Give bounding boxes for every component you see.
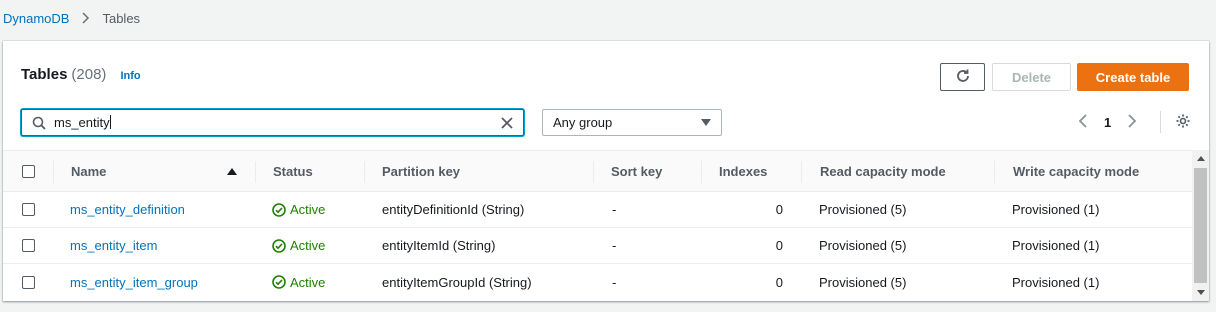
sort-ascending-icon[interactable]	[227, 151, 237, 191]
search-icon	[32, 116, 46, 130]
table-scrollbar[interactable]	[1192, 150, 1209, 301]
table-row: ms_entity_definition Active entityDefini…	[3, 192, 1192, 228]
search-value-text: ms_entity	[54, 115, 110, 130]
search-value[interactable]: ms_entity	[54, 115, 500, 130]
column-divider	[701, 161, 702, 183]
chevron-right-icon[interactable]	[1127, 113, 1137, 132]
status-text: Active	[290, 238, 326, 253]
table-count: (208)	[71, 66, 107, 83]
column-divider	[255, 161, 256, 183]
gear-icon[interactable]	[1175, 113, 1191, 132]
table-row: ms_entity_item Active entityItemId (Stri…	[3, 228, 1192, 264]
tables-table: Name Status Partition key Sort key Index…	[3, 150, 1192, 300]
check-circle-icon	[272, 275, 286, 289]
column-header-read-capacity[interactable]: Read capacity mode	[820, 151, 946, 191]
write-capacity-cell: Provisioned (1)	[1012, 274, 1100, 290]
scroll-up-arrow-icon[interactable]	[1197, 156, 1205, 161]
indexes-cell: 0	[775, 202, 783, 217]
search-input[interactable]: ms_entity	[21, 109, 524, 136]
breadcrumb: DynamoDB Tables	[0, 0, 1216, 36]
column-header-write-capacity[interactable]: Write capacity mode	[1013, 151, 1139, 191]
column-header-partition-key[interactable]: Partition key	[382, 151, 460, 191]
caret-down-icon	[701, 115, 711, 130]
status-badge: Active	[272, 228, 325, 263]
scrollbar-thumb[interactable]	[1194, 168, 1207, 283]
breadcrumb-current: Tables	[102, 10, 141, 26]
pager-divider	[1160, 111, 1162, 133]
scroll-down-arrow-icon[interactable]	[1197, 290, 1205, 295]
indexes-cell: 0	[775, 274, 783, 290]
refresh-button[interactable]	[940, 63, 985, 91]
group-select-value: Any group	[553, 115, 613, 130]
pagination: 1	[1078, 111, 1191, 133]
column-divider	[364, 161, 365, 183]
column-divider	[593, 161, 594, 183]
sort-key-cell: -	[612, 274, 617, 290]
page-number[interactable]: 1	[1104, 115, 1111, 130]
read-capacity-cell: Provisioned (5)	[819, 202, 907, 217]
table-row: ms_entity_item_group Active entityItemGr…	[3, 264, 1192, 300]
column-header-status[interactable]: Status	[273, 151, 313, 191]
close-icon[interactable]	[500, 116, 514, 130]
checkbox[interactable]	[22, 164, 35, 178]
row-checkbox[interactable]	[22, 192, 35, 227]
row-checkbox[interactable]	[22, 264, 35, 300]
tables-panel: Tables (208) Info Delete Create table ms…	[3, 41, 1209, 301]
column-divider	[801, 161, 802, 183]
chevron-left-icon[interactable]	[1078, 113, 1088, 132]
row-checkbox[interactable]	[22, 228, 35, 263]
column-header-indexes[interactable]: Indexes	[719, 151, 767, 191]
write-capacity-cell: Provisioned (1)	[1012, 238, 1100, 253]
create-table-button[interactable]: Create table	[1077, 63, 1189, 91]
partition-key-cell: entityDefinitionId (String)	[382, 202, 525, 217]
table-name-link[interactable]: ms_entity_item	[70, 228, 157, 263]
delete-button[interactable]: Delete	[992, 63, 1071, 91]
column-header-name[interactable]: Name	[71, 151, 106, 191]
column-divider	[994, 161, 995, 183]
sort-key-cell: -	[612, 238, 617, 253]
partition-key-cell: entityItemGroupId (String)	[382, 274, 532, 290]
chevron-right-icon	[82, 12, 90, 24]
write-capacity-cell: Provisioned (1)	[1012, 202, 1100, 217]
info-link[interactable]: Info	[120, 70, 140, 82]
checkbox[interactable]	[22, 203, 35, 216]
group-select[interactable]: Any group	[542, 109, 722, 136]
column-header-sort-key[interactable]: Sort key	[611, 151, 662, 191]
title-text: Tables	[21, 66, 68, 83]
refresh-icon	[955, 68, 971, 87]
checkbox[interactable]	[22, 239, 35, 252]
indexes-cell: 0	[775, 238, 783, 253]
column-divider	[53, 161, 54, 183]
read-capacity-cell: Provisioned (5)	[819, 274, 907, 290]
page-title: Tables (208) Info	[21, 66, 141, 83]
check-circle-icon	[272, 238, 286, 253]
status-badge: Active	[272, 192, 325, 227]
status-badge: Active	[272, 264, 325, 300]
read-capacity-cell: Provisioned (5)	[819, 238, 907, 253]
table-header-row: Name Status Partition key Sort key Index…	[3, 150, 1192, 192]
check-circle-icon	[272, 202, 286, 217]
text-caret	[109, 115, 111, 129]
partition-key-cell: entityItemId (String)	[382, 238, 496, 253]
select-all-checkbox[interactable]	[22, 151, 35, 191]
checkbox[interactable]	[22, 275, 35, 289]
table-name-link[interactable]: ms_entity_item_group	[70, 264, 198, 300]
table-name-link[interactable]: ms_entity_definition	[70, 192, 185, 227]
breadcrumb-dynamodb-link[interactable]: DynamoDB	[3, 11, 69, 26]
status-text: Active	[290, 202, 326, 217]
status-text: Active	[290, 274, 326, 290]
sort-key-cell: -	[612, 202, 617, 217]
